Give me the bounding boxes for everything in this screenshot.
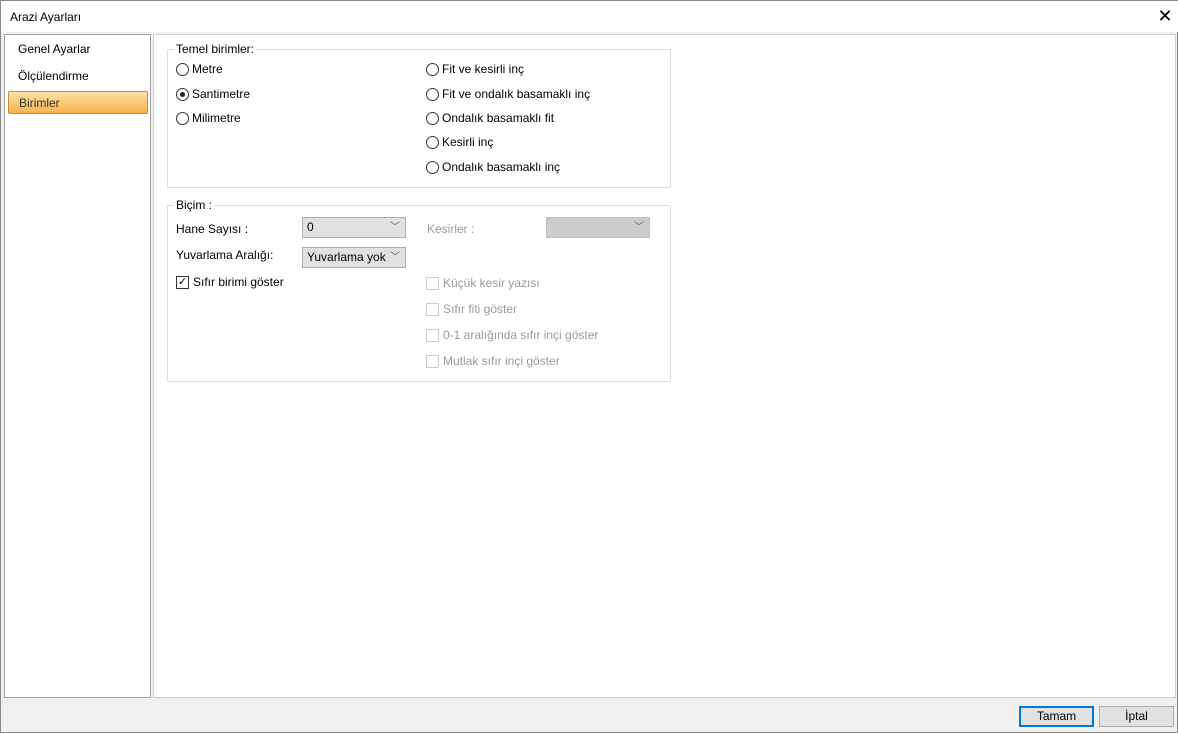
settings-nav-list: Genel Ayarlar Ölçülendirme Birimler <box>4 34 151 698</box>
radio-ondalik-fit[interactable]: Ondalık basamaklı fit <box>426 111 554 125</box>
cancel-button[interactable]: İptal <box>1099 706 1174 727</box>
radio-label: Metre <box>192 62 223 76</box>
format-group: Biçim : Hane Sayısı : 0 ﹀ Kesirler : ﹀ Yu… <box>167 198 671 382</box>
checkbox-label: 0-1 aralığında sıfır inçi göster <box>443 328 599 342</box>
base-units-legend: Temel birimler: <box>174 42 257 56</box>
radio-label: Ondalık basamaklı fit <box>442 111 555 125</box>
digits-select[interactable]: 0 ﹀ <box>302 217 406 238</box>
chevron-down-icon: ﹀ <box>390 252 400 263</box>
nav-item-birimler[interactable]: Birimler <box>8 91 148 114</box>
radio-fit-kesirli-inc[interactable]: Fit ve kesirli inç <box>426 62 524 76</box>
ok-button[interactable]: Tamam <box>1019 706 1094 727</box>
radio-fit-ondalik-inc[interactable]: Fit ve ondalık basamaklı inç <box>426 87 590 101</box>
radio-label: Santimetre <box>192 87 251 101</box>
chevron-down-icon: ﹀ <box>390 222 400 233</box>
base-units-group: Temel birimler: Metre Santimetre Milimet… <box>167 42 671 188</box>
settings-panel: Temel birimler: Metre Santimetre Milimet… <box>153 34 1176 698</box>
rounding-select[interactable]: Yuvarlama yok ﹀ <box>302 247 406 268</box>
title-bar: Arazi Ayarları ✕ <box>1 1 1178 32</box>
format-legend: Biçim : <box>174 198 214 212</box>
checkbox-label: Küçük kesir yazısı <box>443 276 540 290</box>
radio-ondalik-inc[interactable]: Ondalık basamaklı inç <box>426 160 560 174</box>
checkbox-kucuk-kesir: Küçük kesir yazısı <box>426 276 540 290</box>
radio-label: Fit ve kesirli inç <box>442 62 525 76</box>
radio-kesirli-inc[interactable]: Kesirli inç <box>426 135 493 149</box>
checkbox-sifir-fiti: Sıfır fiti göster <box>426 302 517 316</box>
rounding-value: Yuvarlama yok <box>307 250 386 264</box>
radio-label: Fit ve ondalık basamaklı inç <box>442 87 591 101</box>
radio-milimetre[interactable]: Milimetre <box>176 111 241 125</box>
digits-label: Hane Sayısı : <box>176 222 249 236</box>
radio-metre[interactable]: Metre <box>176 62 223 76</box>
checkbox-label: Mutlak sıfır inçi göster <box>443 354 560 368</box>
checkmark-icon: ✓ <box>176 275 189 289</box>
radio-label: Milimetre <box>192 111 241 125</box>
window-title: Arazi Ayarları <box>10 10 82 24</box>
radio-santimetre[interactable]: Santimetre <box>176 87 250 101</box>
checkbox-sifir-birimi[interactable]: ✓ Sıfır birimi göster <box>176 275 284 289</box>
fractions-label: Kesirler : <box>427 222 475 236</box>
radio-label: Kesirli inç <box>442 135 494 149</box>
nav-item-genel-ayarlar[interactable]: Genel Ayarlar <box>8 38 148 61</box>
digits-value: 0 <box>307 220 314 234</box>
close-icon[interactable]: ✕ <box>1154 5 1176 27</box>
nav-item-olculendirme[interactable]: Ölçülendirme <box>8 65 148 88</box>
fractions-select: ﹀ <box>546 217 650 238</box>
checkbox-mutlak-sifir-inci: Mutlak sıfır inçi göster <box>426 354 560 368</box>
chevron-down-icon: ﹀ <box>634 222 644 233</box>
checkbox-label: Sıfır fiti göster <box>443 302 518 316</box>
checkbox-label: Sıfır birimi göster <box>193 275 284 289</box>
checkbox-sifir-inci-0-1: 0-1 aralığında sıfır inçi göster <box>426 328 598 342</box>
rounding-label: Yuvarlama Aralığı: <box>176 248 274 262</box>
radio-label: Ondalık basamaklı inç <box>442 160 561 174</box>
